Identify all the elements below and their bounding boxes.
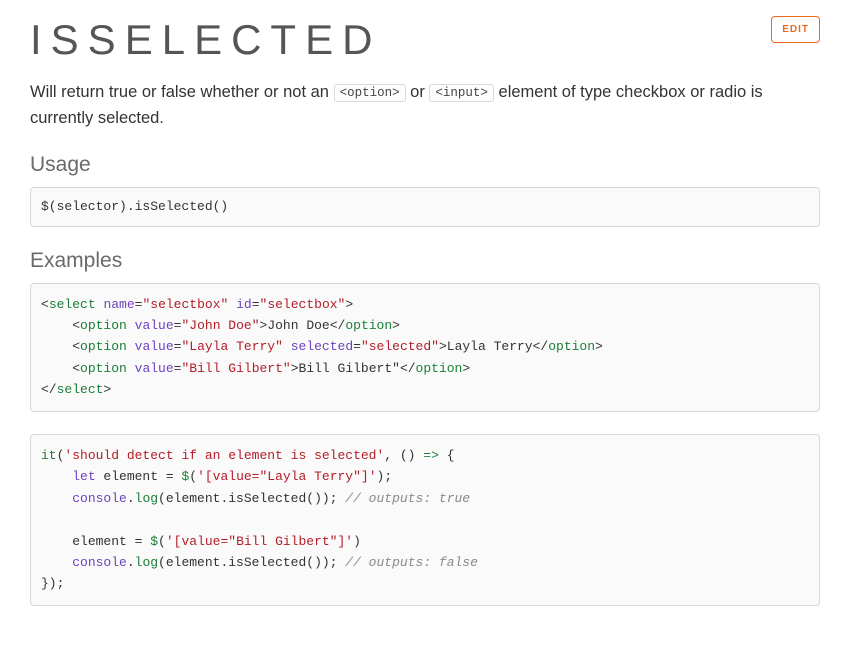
code-token <box>41 491 72 506</box>
code-token: selected <box>291 339 353 354</box>
code-token: "Layla Terry" <box>181 339 282 354</box>
code-token: }); <box>41 576 64 591</box>
code-token: option <box>416 361 463 376</box>
code-token: . <box>127 491 135 506</box>
code-token: < <box>41 297 49 312</box>
code-token <box>41 361 72 376</box>
code-token: John Doe <box>267 318 329 333</box>
code-token: > <box>462 361 470 376</box>
code-token: > <box>595 339 603 354</box>
code-token <box>127 361 135 376</box>
code-token: </ <box>400 361 416 376</box>
code-token: < <box>72 361 80 376</box>
code-token: element = <box>72 534 150 549</box>
code-token: ); <box>377 469 393 484</box>
code-token <box>283 339 291 354</box>
code-token: Layla Terry <box>447 339 533 354</box>
desc-text-1: Will return true or false whether or not… <box>30 83 334 101</box>
code-token <box>41 534 72 549</box>
examples-code-block-js: it ( 'should detect if an element is selec… <box>30 434 820 606</box>
code-token: "selectbox" <box>260 297 346 312</box>
code-token: value <box>135 318 174 333</box>
code-token: option <box>80 318 127 333</box>
code-token: $ <box>150 534 158 549</box>
code-token: > <box>392 318 400 333</box>
code-token: ( <box>158 534 166 549</box>
code-token: log <box>135 555 158 570</box>
code-token: 'should detect if an element is selected… <box>64 448 384 463</box>
code-token: console <box>72 491 127 506</box>
code-token: </ <box>41 382 57 397</box>
code-token: option <box>80 361 127 376</box>
inline-code-input: <input> <box>429 84 494 102</box>
code-token: (element.isSelected()); <box>158 555 345 570</box>
usage-code-line: $(selector).isSelected() <box>41 199 228 214</box>
code-token: </ <box>533 339 549 354</box>
code-token: = <box>353 339 361 354</box>
code-token: select <box>49 297 96 312</box>
examples-heading: Examples <box>30 249 820 273</box>
code-token: > <box>439 339 447 354</box>
page-title: ISSELECTED <box>30 16 381 64</box>
code-token: ) <box>353 534 361 549</box>
code-token: '[value="Bill Gilbert"]' <box>166 534 353 549</box>
code-token: . <box>127 555 135 570</box>
code-token: element = <box>96 469 182 484</box>
examples-code-block-html: <select name="selectbox" id="selectbox">… <box>30 283 820 412</box>
code-token <box>127 318 135 333</box>
code-token <box>228 297 236 312</box>
code-token: => <box>423 448 439 463</box>
code-token: id <box>236 297 252 312</box>
code-token: < <box>72 318 80 333</box>
code-token: > <box>291 361 299 376</box>
code-token: = <box>252 297 260 312</box>
code-token: option <box>548 339 595 354</box>
code-token: "selectbox" <box>142 297 228 312</box>
inline-code-option: <option> <box>334 84 406 102</box>
code-token: // outputs: true <box>345 491 470 506</box>
code-token: log <box>135 491 158 506</box>
code-token <box>127 339 135 354</box>
code-token: // outputs: false <box>345 555 478 570</box>
code-token: "Bill Gilbert" <box>181 361 290 376</box>
code-token: > <box>103 382 111 397</box>
code-token: '[value="Layla Terry"]' <box>197 469 376 484</box>
description-paragraph: Will return true or false whether or not… <box>30 80 820 131</box>
code-token: , () <box>384 448 423 463</box>
edit-button[interactable]: EDIT <box>771 16 820 43</box>
code-token: ( <box>189 469 197 484</box>
code-token: console <box>72 555 127 570</box>
code-token: "John Doe" <box>181 318 259 333</box>
code-token: < <box>72 339 80 354</box>
usage-heading: Usage <box>30 153 820 177</box>
code-token: (element.isSelected()); <box>158 491 345 506</box>
code-token: name <box>103 297 134 312</box>
code-token: { <box>439 448 455 463</box>
code-token <box>41 469 72 484</box>
code-token: > <box>345 297 353 312</box>
code-token <box>41 339 72 354</box>
code-token: it <box>41 448 57 463</box>
code-token: value <box>135 361 174 376</box>
usage-code-block: $(selector).isSelected() <box>30 187 820 226</box>
code-token: </ <box>330 318 346 333</box>
desc-text-2: or <box>406 83 430 101</box>
code-token: let <box>72 469 95 484</box>
code-token: Bill Gilbert" <box>299 361 400 376</box>
code-token: select <box>57 382 104 397</box>
code-token <box>41 555 72 570</box>
code-token: option <box>345 318 392 333</box>
code-token: option <box>80 339 127 354</box>
code-token <box>41 318 72 333</box>
code-token: "selected" <box>361 339 439 354</box>
code-token: value <box>135 339 174 354</box>
